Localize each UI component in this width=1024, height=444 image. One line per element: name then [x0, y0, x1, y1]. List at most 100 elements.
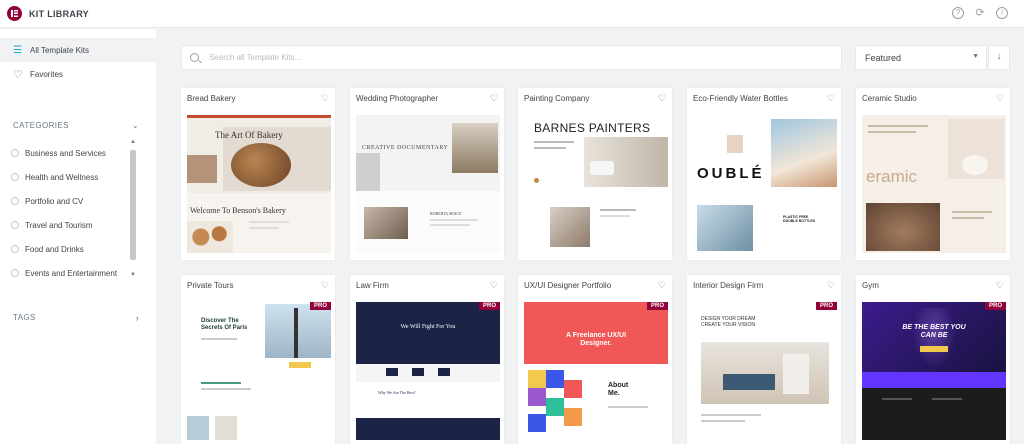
- heart-icon[interactable]: ♡: [490, 93, 498, 104]
- kit-title: Eco-Friendly Water Bottles: [693, 93, 788, 103]
- info-icon[interactable]: i: [996, 7, 1008, 19]
- preview-subheading: Why We Are The Best?: [378, 390, 416, 395]
- pro-badge: PRO: [815, 302, 837, 310]
- search-box[interactable]: [181, 45, 842, 70]
- preview-heading: The Art Of Bakery: [215, 130, 283, 140]
- category-label: Portfolio and CV: [25, 196, 84, 206]
- kit-title: Gym: [862, 280, 879, 290]
- header-actions: ? ⟳ i: [952, 7, 1008, 19]
- preview-heading: Discover The Secrets Of Paris: [201, 318, 248, 331]
- pro-badge: PRO: [646, 302, 668, 310]
- tags-heading: TAGS: [13, 313, 36, 322]
- preview-heading: We Will Fight For You: [400, 324, 456, 330]
- kit-card-wedding-photographer[interactable]: Wedding Photographer ♡ CREATIVE DOCUMENTA…: [350, 88, 504, 260]
- heart-icon[interactable]: ♡: [827, 280, 835, 291]
- heart-icon[interactable]: ♡: [490, 280, 498, 291]
- category-list: Business and Services Health and Wellnes…: [11, 141, 139, 279]
- categories-heading: CATEGORIES: [13, 121, 69, 130]
- pro-badge: PRO: [309, 302, 331, 310]
- checkbox[interactable]: [11, 149, 19, 157]
- checkbox[interactable]: [11, 197, 19, 205]
- heart-icon[interactable]: ♡: [321, 280, 329, 291]
- category-label: Business and Services: [25, 148, 106, 158]
- kit-title: Law Firm: [356, 280, 389, 290]
- category-scrollbar[interactable]: [130, 150, 136, 260]
- scroll-down-icon[interactable]: ▼: [130, 272, 136, 278]
- sort-selected-value: Featured: [865, 52, 902, 63]
- category-item[interactable]: Travel and Tourism: [11, 213, 139, 237]
- sort-direction-button[interactable]: ↓: [988, 45, 1010, 70]
- kit-preview-image: OUBLÉ PLASTIC FREE DOUBLE BOTTLES: [693, 115, 837, 253]
- kit-card-private-tours[interactable]: Private Tours ♡ PRO Discover The Secrets …: [181, 275, 335, 444]
- kit-preview-image: PRO DESIGN YOUR DREAM CREATE YOUR VISION…: [693, 302, 837, 440]
- kit-title: Ceramic Studio: [862, 93, 917, 103]
- search-input[interactable]: [209, 53, 809, 62]
- checkbox[interactable]: [11, 173, 19, 181]
- elementor-logo-icon: [7, 6, 22, 21]
- chevron-down-icon: ▼: [972, 53, 979, 60]
- kit-card-interior-design-firm[interactable]: Interior Design Firm ♡ PRO DESIGN YOUR DR…: [687, 275, 841, 444]
- kit-title: Interior Design Firm: [693, 280, 764, 290]
- kit-card-painting-company[interactable]: Painting Company ♡ BARNES PAINTERS: [518, 88, 672, 260]
- help-icon[interactable]: ?: [952, 7, 964, 19]
- kit-preview-image: CREATIVE DOCUMENTARY ROBERTA SENCE: [356, 115, 500, 253]
- arrow-down-icon: ↓: [996, 51, 1002, 62]
- kit-title: Wedding Photographer: [356, 93, 439, 103]
- category-label: Health and Wellness: [25, 172, 99, 182]
- app-title: KIT LIBRARY: [29, 8, 89, 19]
- preview-subheading: ROBERTA SENCE: [430, 211, 462, 216]
- preview-subheading: Welcome To Benson's Bakery: [190, 206, 286, 215]
- kit-preview-image: BARNES PAINTERS: [524, 115, 668, 253]
- heart-icon[interactable]: ♡: [321, 93, 329, 104]
- tags-toggle[interactable]: TAGS ›: [13, 313, 139, 323]
- chevron-down-icon: ⌄: [131, 121, 139, 130]
- sync-icon[interactable]: ⟳: [974, 7, 986, 19]
- category-label: Events and Entertainment: [25, 268, 118, 278]
- kit-card-law-firm[interactable]: Law Firm ♡ PRO We Will Fight For You Why …: [350, 275, 504, 444]
- kit-preview-image: eramic: [862, 115, 1006, 253]
- heart-icon[interactable]: ♡: [827, 93, 835, 104]
- search-icon: [190, 53, 199, 62]
- category-item[interactable]: Health and Wellness: [11, 165, 139, 189]
- checkbox[interactable]: [11, 221, 19, 229]
- sidebar-item-label: All Template Kits: [30, 45, 89, 55]
- heart-icon[interactable]: ♡: [658, 280, 666, 291]
- preview-heading: OUBLÉ: [697, 165, 765, 182]
- preview-subheading: PLASTIC FREE DOUBLE BOTTLES: [783, 215, 816, 223]
- checkbox[interactable]: [11, 245, 19, 253]
- category-item[interactable]: Events and Entertainment: [11, 261, 139, 285]
- kit-title: UX/UI Designer Portfolio: [524, 280, 612, 290]
- kit-preview-image: PRO Discover The Secrets Of Paris: [187, 302, 331, 440]
- category-label: Travel and Tourism: [25, 220, 93, 230]
- category-item[interactable]: Portfolio and CV: [11, 189, 139, 213]
- pro-badge: PRO: [478, 302, 500, 310]
- sidebar-item-favorites[interactable]: ♡ Favorites: [0, 62, 156, 86]
- heart-icon[interactable]: ♡: [996, 280, 1004, 291]
- kit-card-ceramic-studio[interactable]: Ceramic Studio ♡ eramic: [856, 88, 1010, 260]
- categories-toggle[interactable]: CATEGORIES ⌄: [13, 121, 139, 130]
- kit-card-eco-friendly-water-bottles[interactable]: Eco-Friendly Water Bottles ♡ OUBLÉ PLASTI…: [687, 88, 841, 260]
- kit-card-ux-ui-designer-portfolio[interactable]: UX/UI Designer Portfolio ♡ PRO A Freelanc…: [518, 275, 672, 444]
- category-item[interactable]: Business and Services: [11, 141, 139, 165]
- preview-heading: BE THE BEST YOU CAN BE: [902, 324, 966, 339]
- kit-preview-image: The Art Of Bakery Welcome To Benson's Ba…: [187, 115, 331, 253]
- heart-icon[interactable]: ♡: [996, 93, 1004, 104]
- checkbox[interactable]: [11, 269, 19, 277]
- kit-title: Painting Company: [524, 93, 590, 103]
- kit-card-bread-bakery[interactable]: Bread Bakery ♡ The Art Of Bakery Welcome …: [181, 88, 335, 260]
- top-bar: KIT LIBRARY ? ⟳ i: [0, 0, 1024, 28]
- preview-heading: CREATIVE DOCUMENTARY: [362, 145, 449, 151]
- heart-icon[interactable]: ♡: [658, 93, 666, 104]
- kit-preview-image: PRO BE THE BEST YOU CAN BE: [862, 302, 1006, 440]
- kit-card-gym[interactable]: Gym ♡ PRO BE THE BEST YOU CAN BE: [856, 275, 1010, 444]
- filter-lines-icon: ☰: [13, 44, 22, 56]
- preview-heading: eramic: [866, 167, 918, 186]
- kit-title: Private Tours: [187, 280, 234, 290]
- kit-preview-image: PRO We Will Fight For You Why We Are The…: [356, 302, 500, 440]
- sort-select[interactable]: Featured ▼: [855, 45, 987, 70]
- scroll-up-icon[interactable]: ▲: [130, 139, 136, 145]
- category-item[interactable]: Food and Drinks: [11, 237, 139, 261]
- sidebar-item-label: Favorites: [30, 69, 63, 79]
- preview-subheading: About Me.: [608, 382, 629, 397]
- sidebar-item-all-template-kits[interactable]: ☰ All Template Kits: [0, 38, 156, 62]
